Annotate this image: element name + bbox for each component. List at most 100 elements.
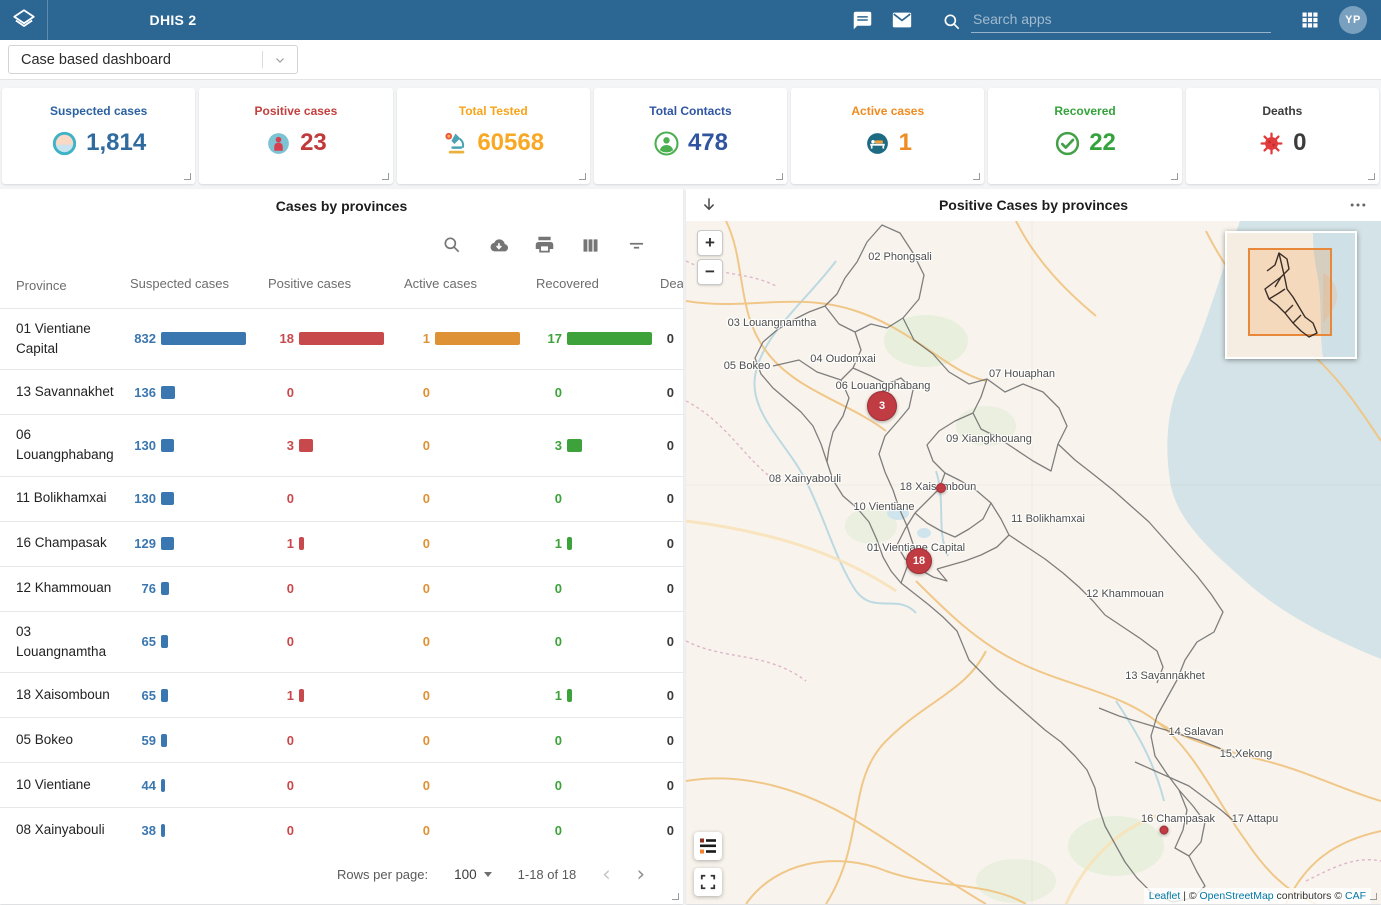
col-header-deaths[interactable]: Deaths [660, 276, 683, 296]
card-total-tested: Total Tested 60568 [397, 88, 590, 184]
map-province-label: 04 Oudomxai [810, 353, 875, 365]
value-number: 1 [268, 536, 294, 551]
value-number: 17 [536, 331, 562, 346]
resize-handle[interactable] [1370, 893, 1377, 900]
active-cell: 0 [404, 634, 536, 649]
case-dot-marker[interactable] [1160, 826, 1169, 835]
recovered-cell: 0 [536, 823, 660, 838]
overview-minimap[interactable] [1225, 231, 1357, 359]
province-cell: 12 Khammouan [16, 578, 116, 598]
table-toolbar [0, 214, 683, 262]
card-suspected-cases: Suspected cases 1,814 [2, 88, 195, 184]
col-header-suspected[interactable]: Suspected cases [130, 276, 268, 296]
contact-person-icon [653, 130, 680, 157]
resize-handle[interactable] [776, 173, 783, 180]
map-province-label: 15 Xekong [1220, 748, 1273, 760]
suspected-bar [161, 537, 174, 550]
dhis2-logo[interactable] [0, 0, 48, 40]
recovered-cell: 17 [536, 331, 660, 346]
table-search-icon[interactable] [441, 234, 463, 256]
map-province-label: 08 Xainyabouli [769, 473, 841, 485]
recovered-cell: 0 [536, 491, 660, 506]
resize-handle[interactable] [579, 173, 586, 180]
next-page-button[interactable]: › [637, 864, 645, 885]
card-positive-cases: Positive cases 23 [199, 88, 392, 184]
value-number: 0 [536, 634, 562, 649]
mail-icon[interactable] [891, 9, 913, 31]
filter-icon[interactable] [625, 234, 647, 256]
col-header-recovered[interactable]: Recovered [536, 276, 660, 296]
suspected-cell: 832 [130, 331, 268, 346]
value-number: 136 [130, 385, 156, 400]
download-cloud-icon[interactable] [487, 234, 509, 256]
table-row: 11 Bolikhamxai1300000 [0, 476, 683, 521]
dashboard-selector[interactable]: Case based dashboard [8, 45, 298, 74]
card-active-cases: Active cases 1 [791, 88, 984, 184]
pagination: Rows per page: 100 1-18 of 18 ‹ › [0, 852, 683, 885]
openstreetmap-link[interactable]: OpenStreetMap [1200, 890, 1274, 902]
resize-handle[interactable] [973, 173, 980, 180]
positive-cell: 0 [268, 634, 404, 649]
download-arrow-icon[interactable] [698, 194, 720, 216]
search-apps-input[interactable] [971, 8, 1271, 33]
messages-icon[interactable] [851, 9, 873, 31]
province-cell: 18 Xaisomboun [16, 685, 116, 705]
apps-grid-icon[interactable] [1299, 9, 1321, 31]
table-row: 05 Bokeo590000 [0, 717, 683, 762]
value-number: 0 [660, 634, 674, 649]
more-options-icon[interactable] [1347, 194, 1369, 216]
fullscreen-button[interactable] [694, 868, 722, 896]
suspected-cell: 44 [130, 778, 268, 793]
map-province-label: 07 Houaphan [989, 368, 1055, 380]
recovered-bar [567, 689, 572, 702]
value-number: 0 [404, 491, 430, 506]
user-avatar[interactable]: YP [1339, 6, 1367, 34]
value-number: 0 [268, 733, 294, 748]
value-number: 0 [404, 733, 430, 748]
cases-by-provinces-panel: Cases by provinces [0, 189, 683, 904]
col-header-positive[interactable]: Positive cases [268, 276, 404, 296]
resize-handle[interactable] [1171, 173, 1178, 180]
value-number: 0 [536, 778, 562, 793]
resize-handle[interactable] [672, 893, 679, 900]
view-columns-icon[interactable] [579, 234, 601, 256]
col-header-province[interactable]: Province [16, 276, 116, 296]
map-province-label: 10 Vientiane [854, 501, 915, 513]
resize-handle[interactable] [1368, 173, 1375, 180]
province-cell: 11 Bolikhamxai [16, 488, 116, 508]
map-province-label: 12 Khammouan [1086, 588, 1164, 600]
card-title: Deaths [1186, 104, 1379, 118]
legend-button[interactable] [694, 832, 722, 860]
value-number: 0 [660, 581, 674, 596]
suspected-bar [161, 439, 174, 452]
prev-page-button[interactable]: ‹ [602, 864, 610, 885]
rows-per-page-select[interactable]: 100 [454, 867, 492, 882]
col-header-active[interactable]: Active cases [404, 276, 536, 296]
card-value: 1 [899, 129, 912, 157]
case-cluster-marker[interactable]: 18 [906, 548, 932, 574]
deaths-cell: 0 [660, 438, 683, 453]
resize-handle[interactable] [184, 173, 191, 180]
value-number: 1 [536, 688, 562, 703]
resize-handle[interactable] [382, 173, 389, 180]
suspected-cell: 129 [130, 536, 268, 551]
card-title: Total Tested [397, 104, 590, 118]
case-cluster-marker[interactable]: 3 [867, 391, 897, 421]
caret-down-icon [484, 872, 492, 877]
map-attribution: Leaflet | © OpenStreetMap contributors ©… [1144, 888, 1371, 904]
suspected-bar [161, 734, 167, 747]
suspected-bar [161, 386, 175, 399]
caf-link[interactable]: CAF [1345, 890, 1366, 902]
leaflet-link[interactable]: Leaflet [1149, 890, 1181, 902]
zoom-out-button[interactable]: − [697, 259, 723, 285]
map-canvas[interactable]: 02 Phongsali03 Louangnamtha04 Oudomxai05… [686, 221, 1381, 904]
print-icon[interactable] [533, 234, 555, 256]
active-cell: 0 [404, 438, 536, 453]
case-dot-marker[interactable] [936, 483, 946, 493]
suspected-cell: 136 [130, 385, 268, 400]
zoom-in-button[interactable]: + [697, 230, 723, 256]
table-row: 13 Savannakhet1360000 [0, 369, 683, 414]
suspected-cell: 38 [130, 823, 268, 838]
suspected-bar [161, 582, 169, 595]
value-number: 0 [536, 581, 562, 596]
